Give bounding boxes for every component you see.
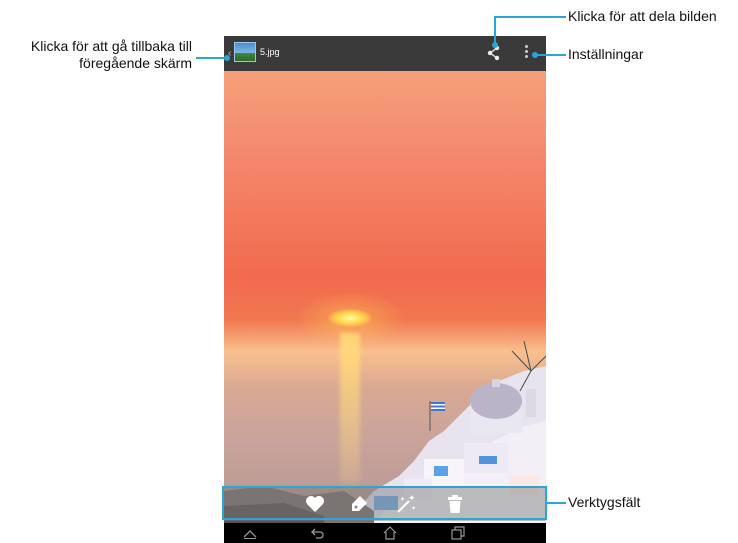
back-arrow-icon[interactable] xyxy=(310,526,326,540)
callout-back-dot xyxy=(224,55,230,61)
overflow-menu-icon[interactable] xyxy=(524,45,530,61)
system-nav-bar xyxy=(224,523,546,543)
callout-back-leader xyxy=(196,57,226,59)
file-name: 5.jpg xyxy=(260,47,280,57)
callout-toolbar: Verktygsfält xyxy=(568,494,641,510)
callout-back: Klicka för att gå tillbaka till föregåen… xyxy=(8,38,192,72)
action-bar: ‹ 5.jpg xyxy=(224,36,546,71)
gallery-thumbnail-icon[interactable] xyxy=(234,42,256,62)
home-icon[interactable] xyxy=(382,526,398,540)
callout-share-dot xyxy=(492,42,498,48)
callout-settings: Inställningar xyxy=(568,46,644,62)
toolbar-highlight-frame xyxy=(222,486,547,520)
santorini-buildings xyxy=(224,340,546,523)
tablet-screen: ‹ 5.jpg ✦ ✦ ✦ xyxy=(224,36,546,543)
callout-back-line1: Klicka för att gå tillbaka till xyxy=(30,38,192,54)
callout-toolbar-leader xyxy=(546,502,566,504)
callout-back-line2: föregående skärm xyxy=(79,55,192,71)
chevron-up-icon[interactable] xyxy=(242,526,258,540)
callout-settings-leader xyxy=(534,54,566,56)
photo-view[interactable] xyxy=(224,71,546,523)
callout-share-leader-v xyxy=(494,16,496,44)
callout-settings-dot xyxy=(532,52,538,58)
callout-share: Klicka för att dela bilden xyxy=(568,8,717,24)
recent-apps-icon[interactable] xyxy=(450,526,466,540)
callout-share-leader-h xyxy=(494,16,566,18)
